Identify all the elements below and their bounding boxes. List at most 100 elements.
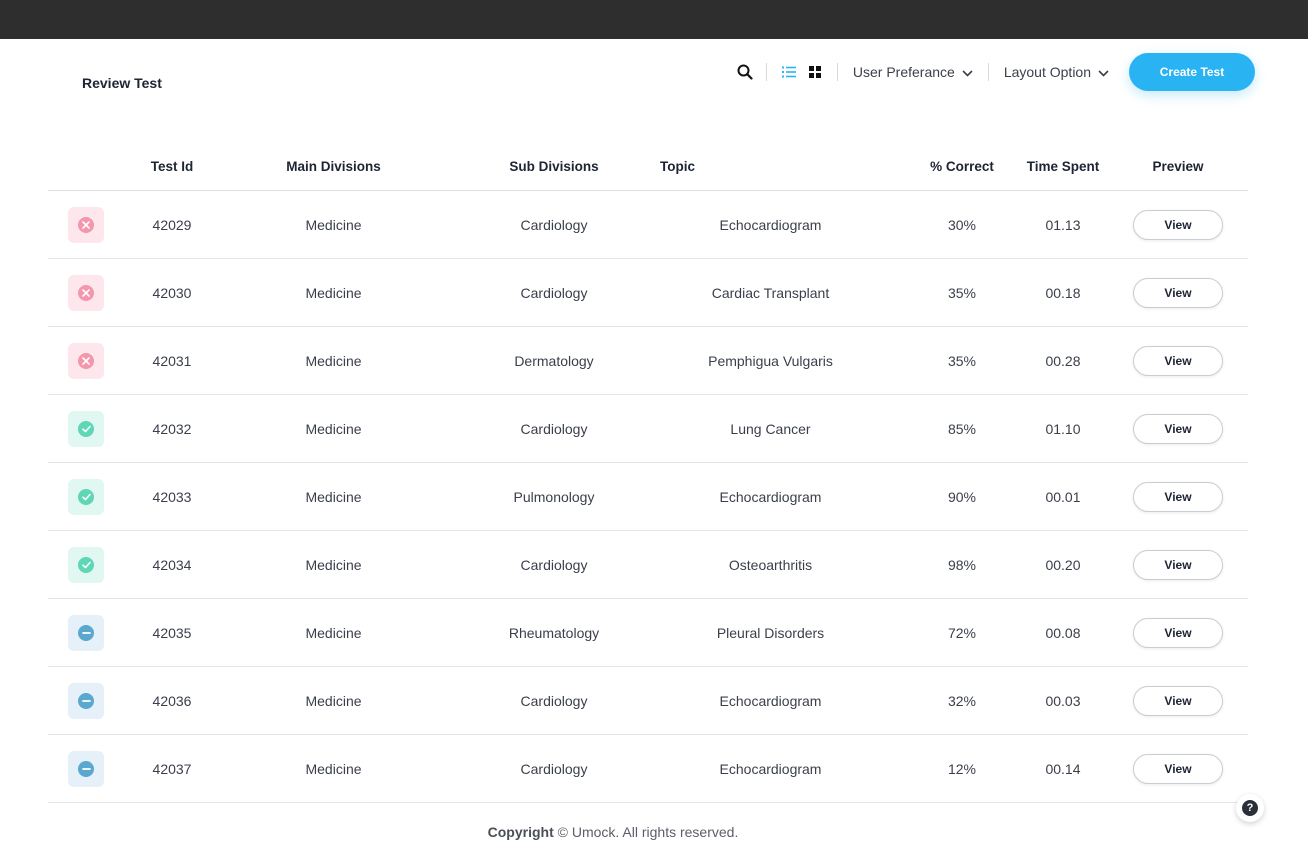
topic-cell: Echocardiogram [719,760,822,777]
sub-division-cell: Pulmonology [513,488,595,505]
layout-option-dropdown[interactable]: Layout Option [998,64,1115,80]
preview-cell: View [1114,753,1242,784]
topic-cell: Lung Cancer [730,420,811,437]
test-id-cell: 42032 [152,420,192,437]
test-id-cell: 42036 [152,692,192,709]
test-id-cell: 42029 [152,216,192,233]
status-badge [68,682,104,719]
topic-cell: Echocardiogram [719,488,822,505]
topic-cell: Cardiac Transplant [711,284,830,301]
table-row: 42033 Medicine Pulmonology Echocardiogram 90… [48,463,1248,531]
preview-cell: View [1114,549,1242,580]
topic-cell: Pleural Disorders [716,624,825,641]
header-preview: Preview [1152,159,1204,174]
percent-correct-cell: 30% [947,216,977,233]
time-spent-cell: 00.20 [1045,556,1081,573]
view-button[interactable]: View [1133,209,1223,240]
test-id-cell: 42034 [152,556,192,573]
view-button[interactable]: View [1133,685,1223,716]
minus-icon [78,760,94,777]
list-view-icon[interactable] [780,63,798,81]
header-topic: Topic [660,159,695,174]
percent-correct-cell: 12% [947,760,977,777]
check-icon [78,420,94,437]
status-cell [48,546,126,583]
status-badge [68,614,104,651]
main-division-cell: Medicine [305,556,362,573]
view-button[interactable]: View [1133,549,1223,580]
topic-cell: Osteoarthritis [728,556,813,573]
test-id-cell: 42030 [152,284,192,301]
table-row: 42032 Medicine Cardiology Lung Cancer 85% 01.… [48,395,1248,463]
status-badge [68,274,104,311]
create-test-button[interactable]: Create Test [1129,53,1255,91]
status-badge [68,410,104,447]
preview-cell: View [1114,277,1242,308]
test-id-cell: 42031 [152,352,192,369]
footer: Copyright © Umock. All rights reserved. [0,824,1226,840]
grid-view-icon[interactable] [806,63,824,81]
divider [836,63,838,81]
time-spent-cell: 01.10 [1045,420,1081,437]
user-preference-label: User Preferance [852,64,955,80]
table-row: 42034 Medicine Cardiology Osteoarthritis 98%… [48,531,1248,599]
preview-cell: View [1114,345,1242,376]
search-icon[interactable] [733,60,757,84]
table-row: 42031 Medicine Dermatology Pemphigua Vulgar… [48,327,1248,395]
main-division-cell: Medicine [305,352,362,369]
top-bar [0,0,1308,39]
preview-cell: View [1114,617,1242,648]
table-row: 42037 Medicine Cardiology Echocardiogram 12%… [48,735,1248,803]
sub-division-cell: Dermatology [514,352,594,369]
minus-icon [78,624,94,641]
time-spent-cell: 00.03 [1045,692,1081,709]
chevron-down-icon [962,64,973,80]
copyright-bold: Copyright [487,824,554,840]
table-row: 42030 Medicine Cardiology Cardiac Transplan… [48,259,1248,327]
header-main-divisions: Main Divisions [286,159,381,174]
user-preference-dropdown[interactable]: User Preferance [847,64,979,80]
toolbar: User Preferance Layout Option Create Tes… [733,53,1255,91]
layout-option-label: Layout Option [1003,64,1091,80]
table-row: 42029 Medicine Cardiology Echocardiogram 30%… [48,191,1248,259]
percent-correct-cell: 35% [947,352,977,369]
table-row: 42036 Medicine Cardiology Echocardiogram 32%… [48,667,1248,735]
page-title: Review Test [82,75,162,91]
help-icon: ? [1242,800,1258,816]
status-cell [48,750,126,787]
sub-division-cell: Cardiology [520,692,588,709]
header-sub-divisions: Sub Divisions [509,159,599,174]
view-button[interactable]: View [1133,345,1223,376]
sub-division-cell: Rheumatology [508,624,600,641]
view-button[interactable]: View [1133,753,1223,784]
time-spent-cell: 01.13 [1045,216,1081,233]
status-cell [48,682,126,719]
view-button[interactable]: View [1133,277,1223,308]
chevron-down-icon [1098,64,1109,80]
view-button[interactable]: View [1133,617,1223,648]
copyright-text: © Umock. All rights reserved. [557,824,739,840]
time-spent-cell: 00.14 [1045,760,1081,777]
test-id-cell: 42033 [152,488,192,505]
check-icon [78,488,94,505]
topic-cell: Pemphigua Vulgaris [708,352,833,369]
preview-cell: View [1114,685,1242,716]
minus-icon [78,692,94,709]
percent-correct-cell: 72% [947,624,977,641]
status-cell [48,614,126,651]
header-percent-correct: % Correct [930,159,994,174]
sub-division-cell: Cardiology [520,284,588,301]
close-icon [78,216,94,233]
topic-cell: Echocardiogram [719,692,822,709]
view-button[interactable]: View [1133,413,1223,444]
percent-correct-cell: 32% [947,692,977,709]
help-button[interactable]: ? [1236,794,1264,822]
view-button[interactable]: View [1133,481,1223,512]
preview-cell: View [1114,413,1242,444]
percent-correct-cell: 35% [947,284,977,301]
table-header: Test Id Main Divisions Sub Divisions Top… [48,143,1248,191]
header-test-id: Test Id [150,159,194,174]
main-division-cell: Medicine [305,760,362,777]
time-spent-cell: 00.08 [1045,624,1081,641]
main-division-cell: Medicine [305,216,362,233]
